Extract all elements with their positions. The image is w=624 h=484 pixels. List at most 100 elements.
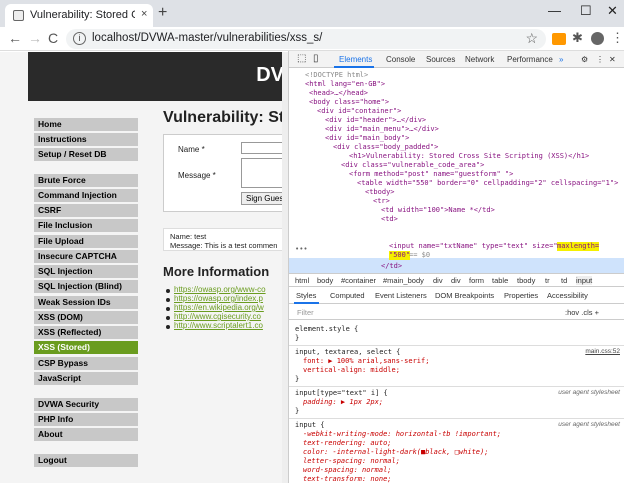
settings-gear-icon[interactable]: ⚙: [581, 55, 588, 64]
sign-guestbook-button[interactable]: Sign Gues: [241, 192, 288, 205]
tab-event-listeners[interactable]: Event Listeners: [375, 291, 427, 300]
dom-node[interactable]: <head>…</head>: [309, 89, 368, 98]
crumb-input[interactable]: input: [576, 276, 593, 285]
css-property[interactable]: color: -internal-light-dark(■black, □whi…: [303, 448, 488, 457]
menu-item-home[interactable]: Home: [34, 118, 138, 131]
menu-item-file-upload[interactable]: File Upload: [34, 235, 138, 248]
maximize-icon[interactable]: ☐: [580, 3, 592, 19]
crumb-html[interactable]: html: [295, 276, 309, 285]
menu-item-php-info[interactable]: PHP Info: [34, 413, 138, 426]
info-link[interactable]: http://www.scriptalert1.co: [174, 321, 263, 330]
menu-item-about[interactable]: About: [34, 428, 138, 441]
dom-node[interactable]: <tbody>: [365, 188, 395, 197]
tab-dom-breakpoints[interactable]: DOM Breakpoints: [435, 291, 494, 300]
browser-tab[interactable]: Vulnerability: Stored Cross Site S ×: [5, 4, 153, 27]
menu-item-dvwa-security[interactable]: DVWA Security: [34, 398, 138, 411]
menu-item-xss-stored[interactable]: XSS (Stored): [34, 341, 138, 354]
tab-computed[interactable]: Computed: [330, 291, 365, 300]
filter-tools[interactable]: :hov .cls +: [565, 308, 599, 317]
info-link[interactable]: https://en.wikipedia.org/w: [174, 303, 264, 312]
css-property[interactable]: vertical-align: middle;: [303, 366, 400, 375]
dom-node[interactable]: <html lang="en-GB">: [305, 80, 385, 89]
bookmark-star-icon[interactable]: ☆: [525, 30, 538, 47]
menu-item-logout[interactable]: Logout: [34, 454, 138, 467]
menu-item-weak-session-ids[interactable]: Weak Session IDs: [34, 296, 138, 309]
tab-performance[interactable]: Performance: [507, 55, 553, 64]
filter-input[interactable]: Filter: [297, 308, 314, 317]
menu-item-sql-injection-blind[interactable]: SQL Injection (Blind): [34, 280, 138, 293]
extensions-puzzle-icon[interactable]: ✱: [572, 30, 583, 46]
tab-properties[interactable]: Properties: [504, 291, 538, 300]
devtools-menu-icon[interactable]: ⋮: [596, 55, 604, 64]
dom-node[interactable]: <tr>: [373, 197, 390, 206]
rule-selector[interactable]: input, textarea, select {: [295, 348, 400, 357]
dom-node[interactable]: <div id="main_body">: [325, 134, 409, 143]
omnibox[interactable]: i localhost/DVWA-master/vulnerabilities/…: [66, 29, 546, 49]
css-property[interactable]: -webkit-writing-mode: horizontal-tb !imp…: [303, 430, 501, 439]
tab-styles[interactable]: Styles: [296, 291, 316, 300]
crumb-container[interactable]: #container: [341, 276, 376, 285]
url-text[interactable]: localhost/DVWA-master/vulnerabilities/xs…: [92, 32, 322, 44]
dom-node[interactable]: <div id="container">: [317, 107, 401, 116]
minimize-icon[interactable]: —: [548, 3, 561, 18]
crumb-table[interactable]: table: [492, 276, 508, 285]
menu-item-command-injection[interactable]: Command Injection: [34, 189, 138, 202]
info-link[interactable]: http://www.cgisecurity.co: [174, 312, 261, 321]
crumb-div[interactable]: div: [451, 276, 461, 285]
reload-icon[interactable]: C: [48, 30, 58, 46]
device-toggle-icon[interactable]: ▯: [313, 53, 319, 64]
dom-node[interactable]: <td width="100">Name *</td>: [381, 206, 495, 215]
info-link[interactable]: https://owasp.org/www-co: [174, 285, 266, 294]
css-property[interactable]: text-rendering: auto;: [303, 439, 392, 448]
dom-node[interactable]: <table width="550" border="0" cellpaddin…: [357, 179, 618, 188]
info-link[interactable]: https://owasp.org/index.p: [174, 294, 263, 303]
ellipsis-icon[interactable]: •••: [295, 245, 308, 254]
crumb-tr[interactable]: tr: [545, 276, 550, 285]
dom-node[interactable]: <td>: [381, 215, 398, 224]
crumb-main-body[interactable]: #main_body: [383, 276, 424, 285]
devtools-close-icon[interactable]: ✕: [609, 55, 616, 64]
dom-node[interactable]: <div id="main_menu">…</div>: [325, 125, 439, 134]
tab-elements[interactable]: Elements: [339, 55, 372, 64]
menu-item-csp-bypass[interactable]: CSP Bypass: [34, 357, 138, 370]
dom-node[interactable]: <body class="home">: [309, 98, 389, 107]
tab-accessibility[interactable]: Accessibility: [547, 291, 588, 300]
maxlength-attr[interactable]: maxlength=: [557, 242, 600, 251]
menu-item-setup[interactable]: Setup / Reset DB: [34, 148, 138, 161]
new-tab-icon[interactable]: +: [158, 4, 167, 22]
menu-item-xss-dom[interactable]: XSS (DOM): [34, 311, 138, 324]
dom-node[interactable]: <h1>Vulnerability: Stored Cross Site Scr…: [349, 152, 589, 161]
rule-source-link[interactable]: main.css:52: [585, 348, 620, 355]
crumb-tbody[interactable]: tbody: [517, 276, 535, 285]
tab-sources[interactable]: Sources: [426, 55, 455, 64]
crumb-body[interactable]: body: [317, 276, 333, 285]
css-property[interactable]: word-spacing: normal;: [303, 466, 392, 475]
inspect-element-icon[interactable]: ⬚: [297, 53, 306, 64]
dom-node[interactable]: <form method="post" name="guestform" ">: [349, 170, 513, 179]
css-property[interactable]: padding: ▶ 1px 2px;: [303, 398, 383, 407]
css-property[interactable]: font: ▶ 100% arial,sans-serif;: [303, 357, 429, 366]
menu-item-brute-force[interactable]: Brute Force: [34, 174, 138, 187]
dom-node[interactable]: <div class="body_padded">: [333, 143, 438, 152]
message-textarea[interactable]: [241, 158, 288, 188]
profile-avatar-icon[interactable]: [591, 32, 604, 45]
tab-network[interactable]: Network: [465, 55, 494, 64]
crumb-div[interactable]: div: [433, 276, 443, 285]
name-input[interactable]: [241, 142, 288, 154]
site-info-icon[interactable]: i: [73, 32, 86, 45]
close-window-icon[interactable]: ✕: [607, 3, 618, 19]
crumb-td[interactable]: td: [561, 276, 567, 285]
menu-item-xss-reflected[interactable]: XSS (Reflected): [34, 326, 138, 339]
menu-item-file-inclusion[interactable]: File Inclusion: [34, 219, 138, 232]
css-property[interactable]: letter-spacing: normal;: [303, 457, 400, 466]
dom-node[interactable]: <div class="vulnerable_code_area">: [341, 161, 484, 170]
element-style-rule[interactable]: element.style {: [295, 325, 358, 334]
crumb-form[interactable]: form: [469, 276, 484, 285]
menu-item-sql-injection[interactable]: SQL Injection: [34, 265, 138, 278]
maxlength-value[interactable]: "500": [389, 251, 411, 260]
dom-node[interactable]: </td>: [381, 262, 402, 271]
menu-kebab-icon[interactable]: ⋮: [611, 30, 624, 46]
menu-item-insecure-captcha[interactable]: Insecure CAPTCHA: [34, 250, 138, 263]
dom-node[interactable]: <div id="header">…</div>: [325, 116, 426, 125]
menu-item-instructions[interactable]: Instructions: [34, 133, 138, 146]
